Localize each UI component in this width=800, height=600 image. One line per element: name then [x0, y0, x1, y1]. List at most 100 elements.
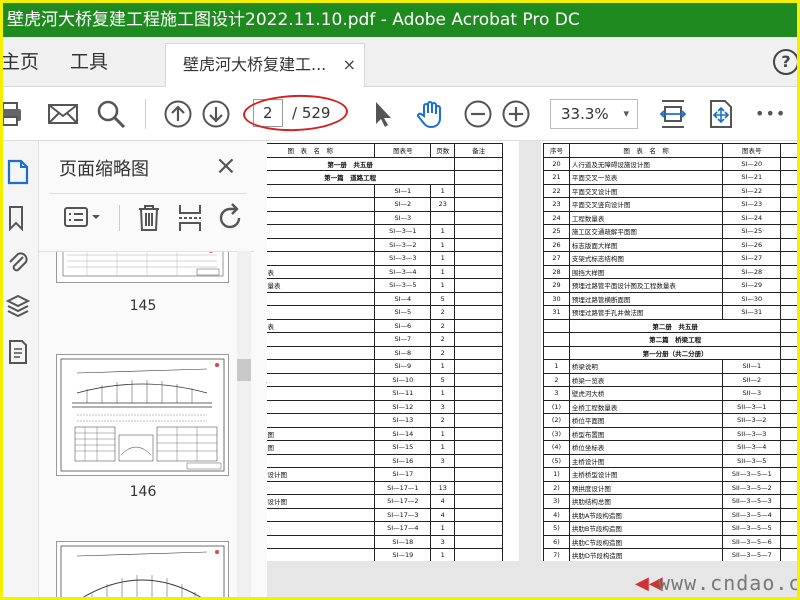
table-cell: 标断面设计图: [267, 494, 376, 509]
scrollbar-thumb[interactable]: [237, 359, 251, 381]
more-tools-icon[interactable]: •••: [755, 99, 795, 129]
table-cell: [780, 480, 797, 495]
table-cell: 预拱度设计图: [568, 480, 724, 495]
table-row: 表SI—91: [267, 359, 503, 374]
table-cell: 及转角表: [267, 318, 376, 333]
hand-tool-icon[interactable]: [415, 99, 445, 129]
table-cell: 数量表: [267, 237, 376, 252]
title-overlay-watermark: 壁虎河大桥: [7, 10, 92, 30]
full-screen-icon[interactable]: [706, 99, 736, 129]
tab-bar: 主页 工具 壁虎河大桥复建工... × ?: [3, 37, 797, 87]
section-heading-cell: 第二篇 桥梁工程: [568, 332, 782, 347]
table-cell: [454, 440, 503, 455]
thumbnail-drawing: [62, 252, 224, 277]
table-cell: SI—3—4: [374, 264, 432, 279]
table-cell: [780, 251, 797, 266]
table-cell: 预埋过路管平面设计图及工程数量表: [568, 278, 724, 293]
left-index-table-wrap: 图 表 名 称图表号页数备注 第一册 共五册第一篇 道路工程置图SI—11SI—…: [267, 143, 503, 561]
table-row: 计图SI—105: [267, 372, 503, 387]
table-cell: (2): [543, 413, 570, 428]
table-cell: [454, 251, 503, 266]
bookmarks-icon[interactable]: [5, 205, 31, 231]
thumbnail-scrollbar[interactable]: [237, 251, 251, 597]
table-cell: [780, 521, 797, 536]
table-cell: SII—3—5—7: [722, 548, 782, 561]
table-cell: 1: [430, 548, 456, 561]
table-row: 23 平面交叉竖向设计图 SI—23: [543, 197, 797, 212]
select-arrow-icon[interactable]: [368, 99, 398, 129]
zoom-out-icon[interactable]: [463, 99, 493, 129]
email-icon[interactable]: [47, 99, 79, 129]
table-cell: 拱肋D节段构造图: [568, 548, 724, 561]
table-cell: 2: [430, 332, 456, 347]
delete-page-icon[interactable]: [136, 203, 162, 233]
table-cell: SI—5: [374, 305, 432, 320]
table-cell: 计图: [267, 534, 376, 549]
table-row: 2) 预拱度设计图 SII—3—5—2: [543, 480, 797, 495]
tab-tools[interactable]: 工具: [70, 37, 108, 87]
table-row: 第一篇 道路工程: [267, 170, 503, 185]
table-cell: [780, 548, 797, 561]
window-title: 壁虎河大桥复建工程施工图设计2022.11.10.pdf - Adobe Acr…: [7, 10, 580, 30]
table-row: (1) 全桥工程数量表 SII—3—1: [543, 399, 797, 414]
table-row: 标断面设计图SI—17—24: [267, 494, 503, 509]
help-icon[interactable]: ?: [773, 49, 797, 75]
table-cell: 3: [430, 534, 456, 549]
table-cell: SI—23: [722, 197, 782, 212]
table-cell: (1): [543, 399, 570, 414]
table-cell: SI—26: [722, 237, 782, 252]
site-watermark: www.cndao.com: [658, 571, 797, 595]
table-cell: 1: [430, 386, 456, 401]
thumbnail-page[interactable]: [56, 541, 229, 597]
fit-page-icon[interactable]: [658, 99, 688, 129]
table-cell: 支架式标志结构图: [568, 251, 724, 266]
table-cell: [780, 467, 797, 482]
table-row: 6) 拱肋C节段构造图 SII—3—5—6: [543, 534, 797, 549]
table-cell: 1): [543, 467, 570, 482]
attachment-icon[interactable]: [5, 249, 31, 275]
close-tab-icon[interactable]: ×: [343, 44, 356, 86]
thumbnail-page[interactable]: [56, 354, 229, 476]
table-row: 27 支架式标志结构图 SI—27: [543, 251, 797, 266]
table-cell: [454, 399, 503, 414]
table-cell: 1: [430, 359, 456, 374]
table-header-row: 序号图 表 名 称图表号: [543, 143, 797, 158]
table-cell: 26: [543, 237, 570, 252]
document-info-icon[interactable]: [5, 339, 31, 365]
table-cell: [430, 210, 456, 225]
table-cell: 纵断图: [267, 453, 376, 468]
zoom-in-icon[interactable]: [501, 99, 531, 129]
table-row: 24 工程数量表 SI—24: [543, 210, 797, 225]
table-cell: 23: [543, 197, 570, 212]
page-thumbnails-icon[interactable]: [5, 159, 31, 185]
table-cell: SI—3—3: [374, 251, 432, 266]
tab-home[interactable]: 主页: [3, 37, 39, 87]
table-cell: 工程数量表: [568, 210, 724, 225]
thumbnail-page[interactable]: [56, 252, 229, 283]
tab-document[interactable]: 壁虎河大桥复建工... ×: [165, 43, 365, 87]
search-icon[interactable]: [96, 99, 126, 129]
table-cell: 平面交叉一览表: [568, 170, 724, 185]
table-cell: [454, 507, 503, 522]
section-heading-cell: 第二册 共五册: [568, 318, 782, 333]
layers-icon[interactable]: [5, 293, 31, 319]
table-cell: 1: [430, 440, 456, 455]
rotate-page-icon[interactable]: [217, 203, 245, 233]
left-index-table: 图 表 名 称图表号页数备注 第一册 共五册第一篇 道路工程置图SI—11SI—…: [267, 143, 503, 561]
thumbnail-drawing: [60, 358, 225, 472]
table-cell: 3: [430, 453, 456, 468]
extract-page-icon[interactable]: [177, 203, 203, 233]
previous-page-icon[interactable]: [163, 99, 193, 129]
close-panel-icon[interactable]: ×: [215, 153, 237, 179]
thumbnail-options-icon[interactable]: [63, 203, 103, 233]
zoom-select[interactable]: 33.3% ▾: [550, 99, 638, 129]
table-cell: 13: [430, 480, 456, 495]
print-icon[interactable]: [3, 99, 27, 129]
table-cell: SII—3—5—5: [722, 521, 782, 536]
table-row: 及转角表SI—62: [267, 318, 503, 333]
table-row: 31 预埋过路管手孔井做法图 SI—31: [543, 305, 797, 320]
table-cell: SI—2: [374, 197, 432, 212]
next-page-icon[interactable]: [201, 99, 231, 129]
table-cell: [780, 237, 797, 252]
table-cell: 预埋过路管手孔井做法图: [568, 305, 724, 320]
